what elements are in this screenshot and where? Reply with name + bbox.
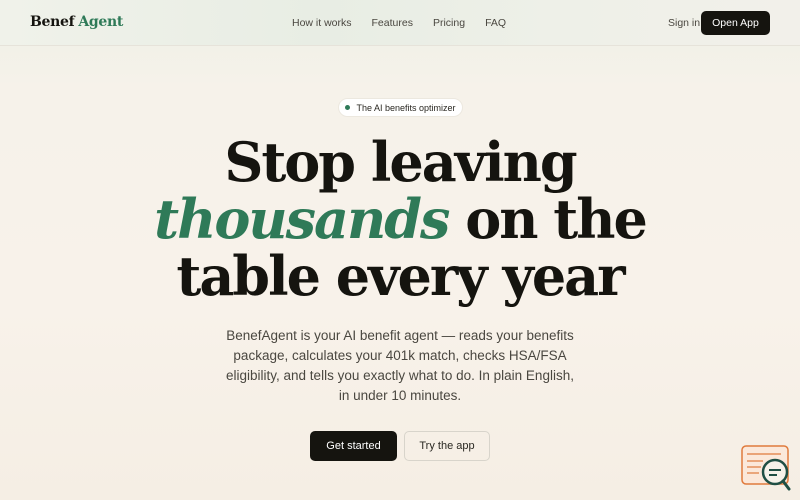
try-the-app-button[interactable]: Try the app [404,431,490,461]
sign-in-link[interactable]: Sign in [668,17,700,29]
status-dot-icon [345,105,351,110]
hero-headline: Stop leaving thousands on the table ever… [0,134,800,305]
main-nav: How it works Features Pricing FAQ [292,17,526,29]
logo[interactable]: Benef Agent [30,14,123,30]
headline-line-3: table every year [176,244,625,308]
get-started-button[interactable]: Get started [310,431,397,461]
nav-link-features[interactable]: Features [372,17,413,29]
hero-subtitle: BenefAgent is your AI benefit agent — re… [226,328,574,403]
headline-emphasis: thousands [154,187,450,251]
headline-line-1: Stop leaving [224,130,577,194]
logo-text-accent: Agent [78,14,124,30]
hero-badge: The AI benefits optimizer [338,98,463,117]
hero-badge-text: The AI benefits optimizer [356,102,456,113]
nav-link-faq[interactable]: FAQ [485,17,506,29]
chat-search-icon[interactable] [741,445,791,491]
open-app-button[interactable]: Open App [701,11,770,35]
nav-link-how-it-works[interactable]: How it works [292,17,352,29]
top-navigation-bar: Benef Agent How it works Features Pricing… [0,0,800,46]
headline-line-2-rest: on the [448,187,648,251]
logo-text-primary: Benef [30,14,75,30]
nav-link-pricing[interactable]: Pricing [433,17,465,29]
